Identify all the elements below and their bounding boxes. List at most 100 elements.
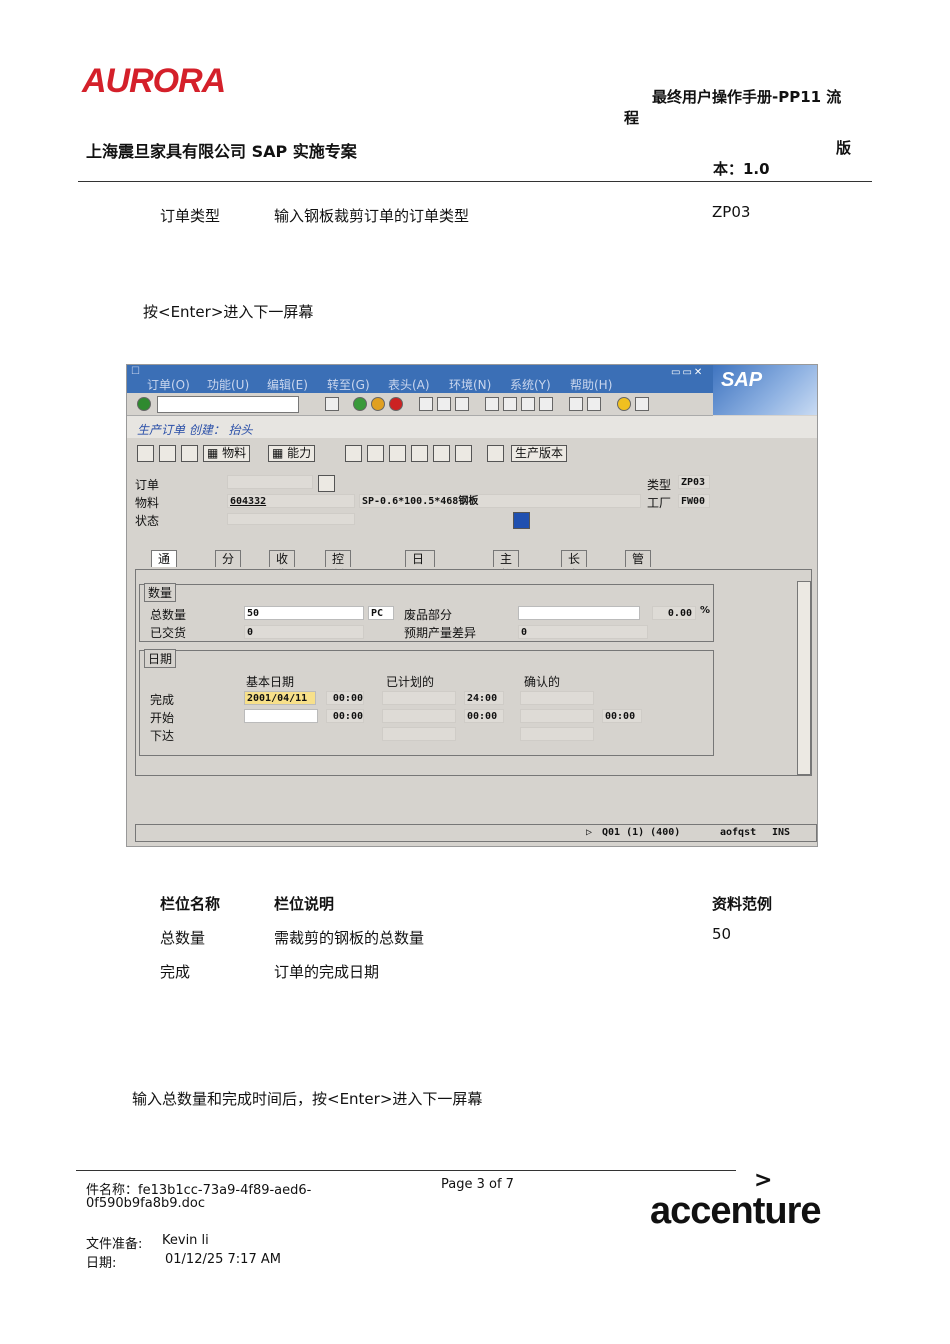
status-mode: INS	[772, 827, 791, 838]
tab-master-data[interactable]: 主数据	[493, 550, 520, 598]
finish-time-field[interactable]: 00:00	[326, 691, 364, 705]
order-label: 订单	[135, 478, 160, 492]
expected-var-field: 0	[518, 625, 648, 639]
start-planned-time: 00:00	[464, 709, 504, 723]
footer-date-label: 日期:	[86, 1256, 117, 1271]
dates-group: 日期 基本日期 已计划的 确认的 完成 2001/04/11 00:00 24:…	[139, 649, 714, 756]
material-button[interactable]: ▦ 物料	[203, 445, 251, 462]
find-next-icon[interactable]	[455, 397, 469, 411]
order-field[interactable]	[227, 475, 313, 489]
print-icon[interactable]	[419, 397, 433, 411]
first-page-icon[interactable]	[485, 397, 499, 411]
manual-title-cont: 程	[624, 109, 640, 127]
footer-filename-2: 0f590b9fa8b9.doc	[86, 1196, 206, 1211]
vertical-scrollbar[interactable]	[797, 581, 811, 775]
tab-control-data[interactable]: 控制数据	[325, 550, 352, 614]
menu-environment[interactable]: 环境(N)	[449, 376, 491, 393]
tab-administration[interactable]: 管理机构	[625, 550, 652, 614]
tool-icon-4[interactable]	[411, 445, 428, 462]
next-page-icon[interactable]	[521, 397, 535, 411]
quantity-group-title: 数量	[144, 583, 177, 602]
tool-icon-6[interactable]	[455, 445, 472, 462]
footer-rule	[76, 1170, 736, 1171]
enter-icon[interactable]	[137, 397, 151, 411]
tab-goods-receipt[interactable]: 收货	[269, 550, 296, 582]
flag-icon[interactable]	[137, 445, 154, 462]
last-page-icon[interactable]	[539, 397, 553, 411]
find-icon[interactable]	[437, 397, 451, 411]
aurora-logo: AURORA	[82, 62, 226, 100]
material-button-label: 物料	[222, 446, 247, 460]
tab-long-text[interactable]: 长文本	[561, 550, 588, 598]
edit-icon[interactable]	[318, 475, 335, 492]
planned-header: 已计划的	[386, 675, 435, 689]
scrap-field[interactable]	[518, 606, 640, 620]
quantity-group: 数量 总数量 50 PC 废品部分 0.00 % 已交货 0 预期产量差异 0	[139, 583, 714, 642]
command-field[interactable]	[157, 396, 299, 413]
table-row-1-desc: 需裁剪的钢板的总数量	[274, 929, 425, 947]
tool-icon-3[interactable]	[389, 445, 406, 462]
status-arrow-icon[interactable]: ▷	[586, 827, 592, 838]
prev-page-icon[interactable]	[503, 397, 517, 411]
new-session-icon[interactable]	[569, 397, 583, 411]
finish-date-field[interactable]: 2001/04/11	[244, 691, 316, 705]
shortcut-icon[interactable]	[587, 397, 601, 411]
prod-version-button[interactable]: 生产版本	[511, 445, 568, 462]
window-controls[interactable]: ▭▭✕	[671, 367, 704, 378]
material-desc-field: SP-0.6*100.5*468钢板	[359, 494, 641, 508]
finish-planned-time: 24:00	[464, 691, 504, 705]
operations-icon[interactable]	[159, 445, 176, 462]
footer-preparer-label: 文件准备:	[86, 1237, 143, 1252]
table-header-desc: 栏位说明	[274, 895, 335, 913]
menu-system[interactable]: 系统(Y)	[510, 376, 551, 393]
instruction-1: 按<Enter>进入下一屏幕	[143, 303, 314, 321]
save-icon[interactable]	[325, 397, 339, 411]
field-desc: 输入钢板裁剪订单的订单类型	[274, 207, 470, 225]
table-icon[interactable]	[181, 445, 198, 462]
table-header-example: 资料范例	[712, 895, 773, 913]
menu-help[interactable]: 帮助(H)	[570, 376, 612, 393]
capacity-button[interactable]: ▦ 能力	[268, 445, 316, 462]
tool-icon-1[interactable]	[345, 445, 362, 462]
manual-title: 最终用户操作手册-PP11 流	[652, 88, 842, 106]
basic-date-header: 基本日期	[246, 675, 295, 689]
menu-header[interactable]: 表头(A)	[388, 376, 430, 393]
accenture-logo: accenture	[650, 1190, 822, 1232]
footer-page: Page 3 of 7	[441, 1177, 514, 1192]
tool-icon-5[interactable]	[433, 445, 450, 462]
layout-icon[interactable]	[635, 397, 649, 411]
scrap-pct-field: 0.00	[652, 606, 696, 620]
total-qty-field[interactable]: 50	[244, 606, 364, 620]
menu-goto[interactable]: 转至(G)	[327, 376, 370, 393]
start-label: 开始	[150, 711, 175, 725]
material-field[interactable]: 604332	[227, 494, 355, 508]
type-field: ZP03	[678, 475, 710, 489]
finish-planned-date	[382, 691, 456, 705]
menu-order[interactable]: 订单(O)	[147, 376, 190, 393]
tab-general[interactable]: 通用的	[151, 550, 178, 598]
pct-label: %	[700, 605, 711, 616]
sap-status-bar: ▷ Q01 (1) (400) aofqst INS	[135, 824, 817, 842]
menu-icon[interactable]: ☐	[131, 366, 140, 377]
back-icon[interactable]	[353, 397, 367, 411]
sap-logo: SAP	[721, 369, 763, 391]
tool-icon-2[interactable]	[367, 445, 384, 462]
start-date-field[interactable]	[244, 709, 318, 723]
status-label: 状态	[135, 514, 160, 528]
menu-edit[interactable]: 编辑(E)	[267, 376, 308, 393]
info-icon[interactable]	[513, 512, 530, 529]
menu-function[interactable]: 功能(U)	[207, 376, 249, 393]
sap-screenshot: ☐ 订单(O) 功能(U) 编辑(E) 转至(G) 表头(A) 环境(N) 系统…	[126, 364, 818, 847]
field-example: ZP03	[712, 203, 751, 221]
help-icon[interactable]	[617, 397, 631, 411]
finish-confirmed-date	[520, 691, 594, 705]
exit-icon[interactable]	[371, 397, 385, 411]
tab-assignment[interactable]: 分配	[215, 550, 242, 582]
status-field	[227, 513, 355, 525]
start-confirmed-date	[520, 709, 594, 723]
tab-dates-qty[interactable]: 日期/数量	[405, 550, 436, 614]
version-value: 本：1.0	[713, 160, 770, 178]
tool-icon-7[interactable]	[487, 445, 504, 462]
start-time-field[interactable]: 00:00	[326, 709, 364, 723]
cancel-icon[interactable]	[389, 397, 403, 411]
